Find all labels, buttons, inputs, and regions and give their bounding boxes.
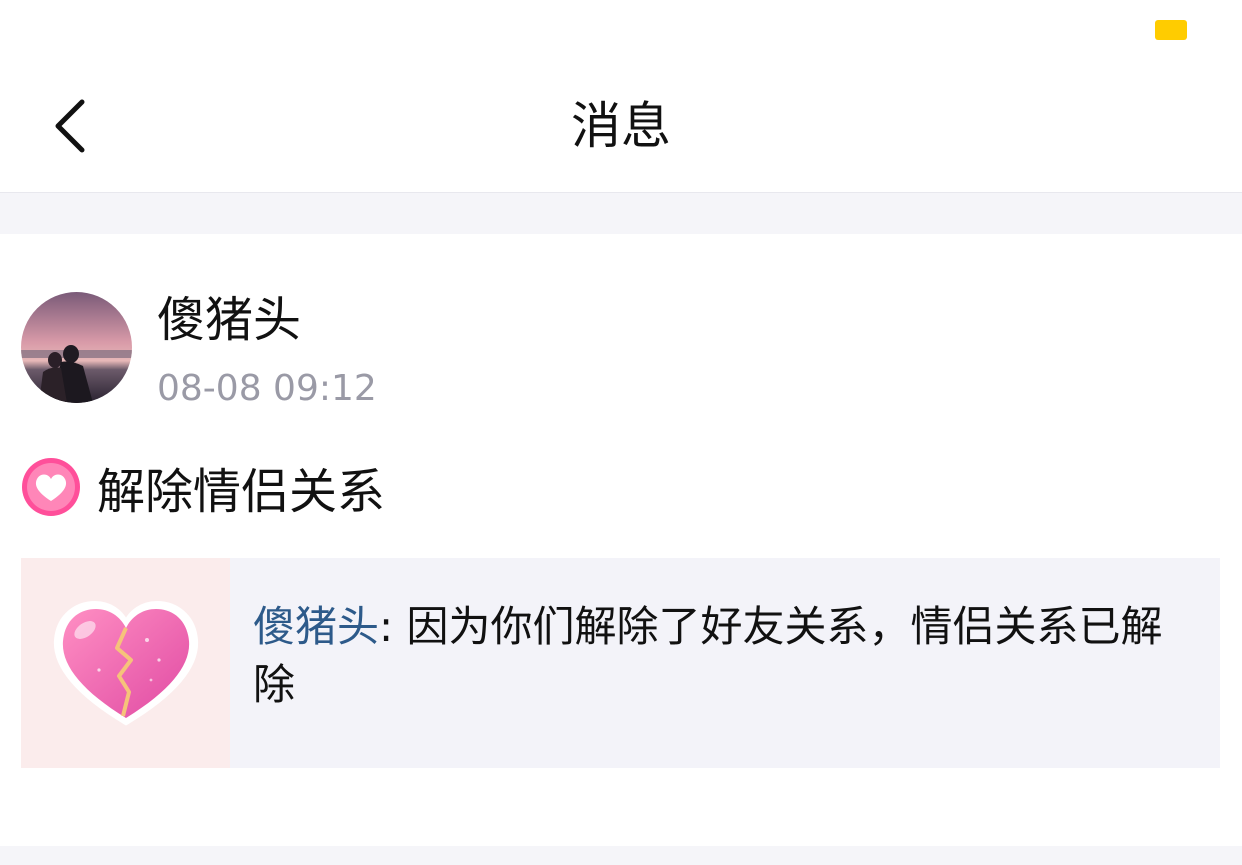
message-author-link[interactable]: 傻猪头 [253,602,379,651]
chevron-left-icon [55,99,85,153]
message-box[interactable]: 傻猪头: 因为你们解除了好友关系，情侣关系已解除 [21,558,1220,768]
status-bar [0,0,1242,60]
message-separator: : [379,602,407,651]
notice-row: 解除情侣关系 [21,456,385,520]
heart-badge-icon [22,458,80,516]
username[interactable]: 傻猪头 [157,290,301,350]
back-button[interactable] [40,94,100,158]
page-title: 消息 [571,97,671,155]
message-body: 傻猪头: 因为你们解除了好友关系，情侣关系已解除 [230,558,1220,768]
avatar[interactable] [21,292,132,403]
avatar-photo [21,292,132,403]
broken-heart-icon [53,600,198,726]
battery-icon [1155,20,1187,40]
timestamp: 08-08 09:12 [157,368,377,409]
nav-bar: 消息 [0,60,1242,193]
message-thumbnail [21,558,230,768]
notice-text: 解除情侣关系 [97,464,386,520]
notification-card: 傻猪头 08-08 09:12 解除情侣关系 傻猪头: 因为你们解除了好友关系，… [0,234,1242,846]
